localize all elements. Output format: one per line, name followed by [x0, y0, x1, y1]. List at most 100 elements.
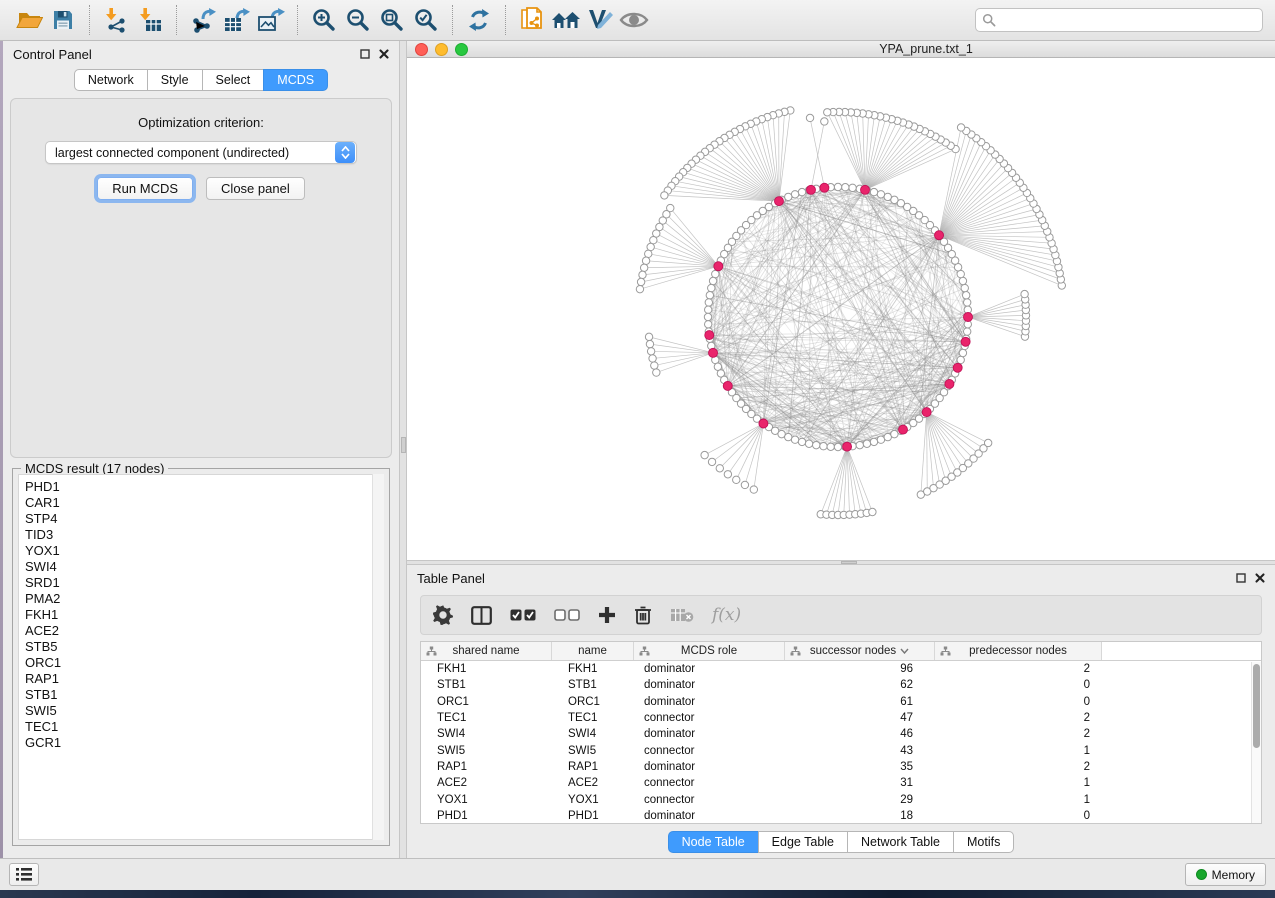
mcds-result-list[interactable]: PHD1CAR1STP4TID3YOX1SWI4SRD1PMA2FKH1ACE2… — [18, 474, 384, 840]
splitter-handle[interactable] — [401, 437, 406, 453]
task-history-button[interactable] — [9, 863, 39, 886]
mcds-result-item[interactable]: SWI5 — [25, 703, 383, 719]
float-panel-icon[interactable] — [360, 49, 370, 59]
table-scrollbar[interactable] — [1251, 662, 1261, 823]
style-vizmapper-icon[interactable] — [583, 4, 617, 36]
table-row[interactable]: ORC1 ORC1 dominator 61 0 — [421, 694, 1261, 710]
table-row[interactable]: YOX1 YOX1 connector 29 1 — [421, 791, 1261, 807]
table-row[interactable]: FKH1 FKH1 dominator 96 2 — [421, 661, 1261, 677]
export-table-icon[interactable] — [220, 4, 254, 36]
search-input[interactable] — [996, 13, 1256, 27]
table-row[interactable]: TEC1 TEC1 connector 47 2 — [421, 710, 1261, 726]
tab-network-table[interactable]: Network Table — [847, 831, 954, 853]
table-row[interactable]: SWI4 SWI4 dominator 46 2 — [421, 726, 1261, 742]
table-row[interactable]: RAP1 RAP1 dominator 35 2 — [421, 759, 1261, 775]
node-table: shared name name MCDS role successor nod… — [420, 641, 1262, 824]
search-icon — [982, 13, 996, 27]
mcds-result-item[interactable]: FKH1 — [25, 607, 383, 623]
maximize-window-icon[interactable] — [455, 43, 468, 56]
column-header-mcds-role[interactable]: MCDS role — [634, 642, 785, 660]
run-mcds-button[interactable]: Run MCDS — [97, 177, 193, 200]
table-toolbar: f(x) — [420, 595, 1262, 635]
zoom-out-icon[interactable] — [341, 4, 375, 36]
tab-style[interactable]: Style — [147, 69, 203, 91]
tree-icon — [790, 646, 801, 656]
export-network-icon[interactable] — [186, 4, 220, 36]
mcds-result-item[interactable]: STB5 — [25, 639, 383, 655]
open-folder-icon[interactable] — [12, 4, 46, 36]
refresh-layout-icon[interactable] — [462, 4, 496, 36]
save-icon[interactable] — [46, 4, 80, 36]
table-row[interactable]: SWI5 SWI5 connector 43 1 — [421, 742, 1261, 758]
search-box[interactable] — [975, 8, 1263, 32]
mcds-result-item[interactable]: SWI4 — [25, 559, 383, 575]
network-from-file-icon[interactable] — [515, 4, 549, 36]
vertical-splitter[interactable] — [399, 41, 407, 858]
tab-edge-table[interactable]: Edge Table — [758, 831, 848, 853]
select-all-icon[interactable] — [510, 609, 536, 621]
mcds-result-box: MCDS result (17 nodes) PHD1CAR1STP4TID3Y… — [12, 468, 390, 846]
tab-select[interactable]: Select — [202, 69, 265, 91]
tab-motifs[interactable]: Motifs — [953, 831, 1014, 853]
import-network-icon[interactable] — [99, 4, 133, 36]
column-header-shared-name[interactable]: shared name — [421, 642, 552, 660]
optimization-criterion-label: Optimization criterion: — [11, 115, 391, 130]
settings-gear-icon[interactable] — [433, 605, 453, 625]
mcds-result-item[interactable]: ORC1 — [25, 655, 383, 671]
mcds-result-item[interactable]: SRD1 — [25, 575, 383, 591]
app-window: Control Panel Network Style Select MCDS … — [0, 0, 1275, 898]
hide-eye-icon[interactable] — [617, 4, 651, 36]
column-header-successor-nodes[interactable]: successor nodes — [785, 642, 935, 660]
mcds-result-item[interactable]: PMA2 — [25, 591, 383, 607]
import-table-icon[interactable] — [133, 4, 167, 36]
add-column-icon[interactable] — [598, 606, 616, 624]
close-panel-button[interactable]: Close panel — [206, 177, 305, 200]
mcds-result-item[interactable]: PHD1 — [25, 479, 383, 495]
zoom-selected-icon[interactable] — [409, 4, 443, 36]
optimization-criterion-select[interactable]: largest connected component (undirected) — [45, 141, 357, 164]
mcds-result-item[interactable]: TID3 — [25, 527, 383, 543]
splitter-handle[interactable] — [841, 561, 857, 564]
mcds-result-item[interactable]: STB1 — [25, 687, 383, 703]
home-networks-icon[interactable] — [549, 4, 583, 36]
delete-column-icon[interactable] — [634, 605, 652, 625]
column-header-predecessor-nodes[interactable]: predecessor nodes — [935, 642, 1102, 660]
horizontal-splitter[interactable] — [407, 560, 1275, 565]
toolbar-separator — [176, 5, 177, 35]
table-panel-title: Table Panel — [417, 571, 485, 586]
tab-network[interactable]: Network — [74, 69, 148, 91]
float-panel-icon[interactable] — [1236, 573, 1246, 583]
close-panel-icon[interactable] — [1255, 573, 1265, 583]
mcds-result-item[interactable]: TEC1 — [25, 719, 383, 735]
memory-status-icon — [1196, 869, 1207, 880]
mcds-result-item[interactable]: RAP1 — [25, 671, 383, 687]
tab-mcds[interactable]: MCDS — [263, 69, 328, 91]
tree-icon — [639, 646, 650, 656]
tab-node-table[interactable]: Node Table — [668, 831, 759, 853]
minimize-window-icon[interactable] — [435, 43, 448, 56]
network-titlebar[interactable]: YPA_prune.txt_1 — [407, 41, 1275, 58]
result-scrollbar[interactable] — [372, 474, 384, 840]
memory-button[interactable]: Memory — [1185, 863, 1266, 886]
table-body: FKH1 FKH1 dominator 96 2 STB1 STB1 domin… — [421, 661, 1261, 824]
mcds-result-item[interactable]: ACE2 — [25, 623, 383, 639]
close-window-icon[interactable] — [415, 43, 428, 56]
mcds-result-item[interactable]: YOX1 — [25, 543, 383, 559]
zoom-fit-icon[interactable] — [375, 4, 409, 36]
column-header-name[interactable]: name — [552, 642, 634, 660]
export-image-icon[interactable] — [254, 4, 288, 36]
network-canvas[interactable] — [407, 58, 1275, 560]
table-row[interactable]: STB1 STB1 dominator 62 0 — [421, 677, 1261, 693]
scrollbar-thumb[interactable] — [1253, 664, 1260, 748]
toolbar-separator — [297, 5, 298, 35]
table-row[interactable]: ACE2 ACE2 connector 31 1 — [421, 775, 1261, 791]
mcds-result-item[interactable]: GCR1 — [25, 735, 383, 751]
show-columns-icon[interactable] — [471, 606, 492, 625]
unselect-all-icon[interactable] — [554, 609, 580, 621]
mcds-result-item[interactable]: STP4 — [25, 511, 383, 527]
mcds-result-item[interactable]: CAR1 — [25, 495, 383, 511]
close-panel-icon[interactable] — [379, 49, 389, 59]
zoom-in-icon[interactable] — [307, 4, 341, 36]
table-row[interactable]: PHD1 PHD1 dominator 18 0 — [421, 808, 1261, 824]
network-graph[interactable] — [407, 58, 1275, 555]
